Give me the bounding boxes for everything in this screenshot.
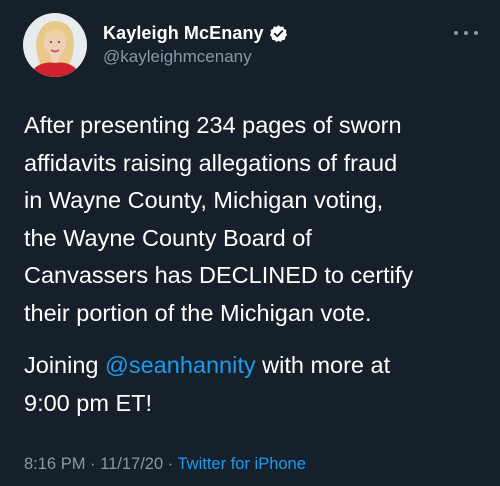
meta-separator: · xyxy=(85,455,101,473)
avatar[interactable] xyxy=(23,13,87,77)
author-name-row[interactable]: Kayleigh McEnany xyxy=(103,21,288,45)
tweet-paragraph-1: After presenting 234 pages of sworn affi… xyxy=(24,107,484,332)
tweet-line: Canvassers has DECLINED to certify xyxy=(24,262,414,288)
tweet-card: Kayleigh McEnany @kayleighmcenany After … xyxy=(0,0,500,486)
tweet-line: the Wayne County Board of xyxy=(24,224,312,251)
tweet-line: their portion of the Michigan vote. xyxy=(24,299,372,326)
tweet-date[interactable]: 11/17/20 xyxy=(100,455,163,473)
tweet-text-segment: with more at xyxy=(255,352,391,378)
tweet-line: in Wayne County, Michigan voting, xyxy=(24,187,384,213)
more-dot xyxy=(474,31,478,35)
tweet-line: 9:00 pm ET! xyxy=(24,389,152,416)
mention-link[interactable]: @seanhannity xyxy=(105,352,256,378)
tweet-line: Joining @seanhannity with more at xyxy=(24,347,484,385)
more-dot xyxy=(454,31,458,35)
tweet-paragraph-2: Joining @seanhannity with more at 9:00 p… xyxy=(24,347,484,422)
author-display-name[interactable]: Kayleigh McEnany xyxy=(103,23,264,44)
tweet-line: affidavits raising allegations of fraud xyxy=(24,149,398,176)
verified-badge-icon xyxy=(269,24,288,43)
more-dot xyxy=(464,31,468,35)
author-handle[interactable]: @kayleighmcenany xyxy=(103,47,252,67)
tweet-time[interactable]: 8:16 PM xyxy=(24,455,85,473)
tweet-metadata: 8:16 PM · 11/17/20 · Twitter for iPhone xyxy=(24,455,306,474)
tweet-source-link[interactable]: Twitter for iPhone xyxy=(178,455,306,473)
tweet-line: After presenting 234 pages of sworn xyxy=(24,112,402,138)
more-options-icon[interactable] xyxy=(454,26,478,40)
avatar-image xyxy=(23,13,87,77)
tweet-text-segment: Joining xyxy=(24,352,105,378)
meta-separator: · xyxy=(163,455,178,473)
tweet-text: After presenting 234 pages of sworn affi… xyxy=(24,107,484,422)
